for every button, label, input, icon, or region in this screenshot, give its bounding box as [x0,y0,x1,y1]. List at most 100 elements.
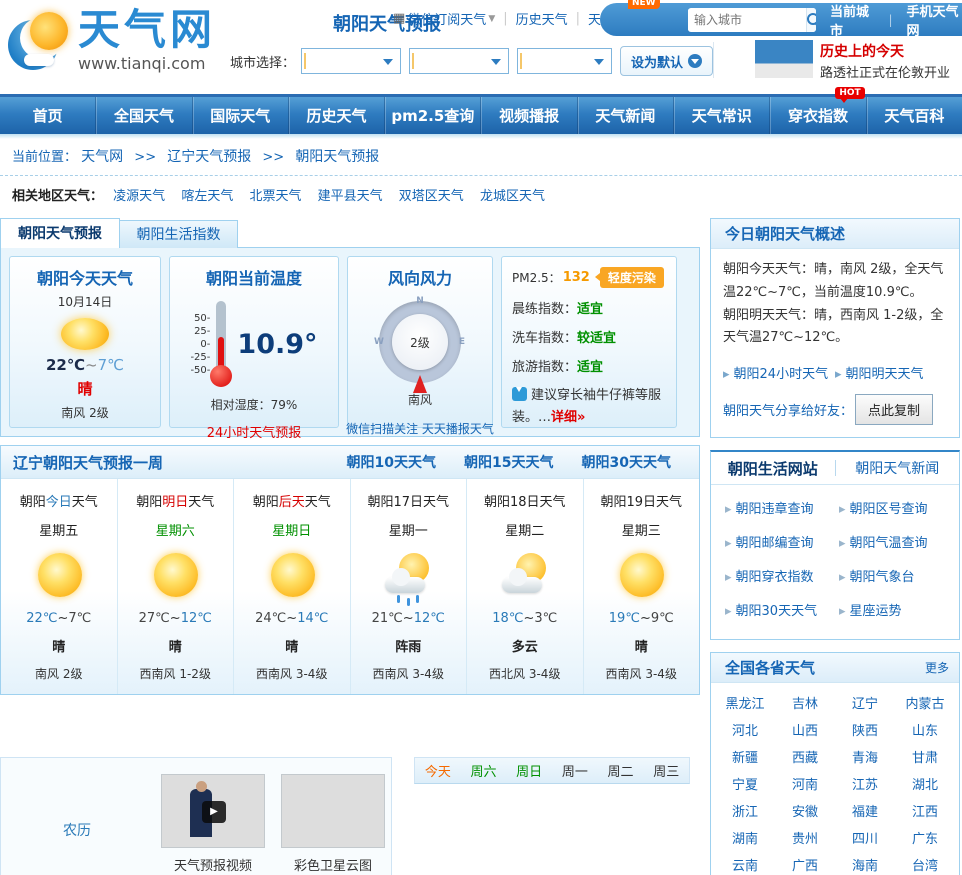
forecast-day-18[interactable]: 朝阳18日天气 星期二 18℃~3℃ 多云 西北风 3-4级 [466,479,583,694]
province-link[interactable]: 山西 [775,718,835,745]
related-link[interactable]: 建平县天气 [318,189,383,204]
related-link[interactable]: 北票天气 [249,189,301,204]
overview-link-tomorrow[interactable]: 朝阳明天天气 [835,363,947,382]
satellite-thumb[interactable]: 彩色卫星云图 [281,774,385,874]
province-link[interactable]: 山东 [895,718,955,745]
province-link[interactable]: 陕西 [835,718,895,745]
province-link[interactable]: 吉林 [775,691,835,718]
province-link[interactable]: 甘肃 [895,745,955,772]
link-10day[interactable]: 朝阳10天天气 [347,452,436,472]
related-link[interactable]: 龙城区天气 [480,189,545,204]
life-link[interactable]: 朝阳气象台 [839,561,953,595]
car-wash-index[interactable]: 较适宜 [577,331,616,346]
wechat-subscribe-link[interactable]: 微信订阅天气 [408,9,486,28]
province-link[interactable]: 西藏 [775,745,835,772]
site-logo[interactable]: 天气网 www.tianqi.com [8,8,216,73]
day-tab-today[interactable]: 今天 [415,761,461,780]
day-tab-sun[interactable]: 周日 [506,761,552,780]
related-link[interactable]: 凌源天气 [113,189,165,204]
mobile-site-link[interactable]: 手机天气网 [907,1,962,39]
nav-wiki[interactable]: 天气百科 [865,97,962,134]
forecast-day-19[interactable]: 朝阳19日天气 星期三 19℃~9℃ 晴 西南风 3-4级 [582,479,699,694]
history-weather-link[interactable]: 历史天气 [516,9,568,28]
province-link[interactable]: 广西 [775,853,835,875]
related-link[interactable]: 双塔区天气 [399,189,464,204]
history-today-text[interactable]: 路透社正式在伦敦开业 [820,62,962,81]
tab-life-sites[interactable]: 朝阳生活网站 [711,458,835,479]
nav-news[interactable]: 天气新闻 [576,97,673,134]
nav-china-weather[interactable]: 全国天气 [95,97,191,134]
city-select[interactable] [409,48,510,74]
life-link[interactable]: 朝阳气温查询 [839,527,953,561]
link-24h-forecast[interactable]: 24小时天气预报 [207,422,302,441]
province-link[interactable]: 辽宁 [835,691,895,718]
tab-weather-forecast[interactable]: 朝阳天气预报 [0,218,120,248]
wechat-broadcast-link[interactable]: 微信扫描关注 天天播报天气 [346,420,494,437]
life-link[interactable]: 朝阳违章查询 [725,493,839,527]
history-today-title[interactable]: 历史上的今天 [820,41,904,61]
life-link[interactable]: 朝阳穿衣指数 [725,561,839,595]
forecast-day-17[interactable]: 朝阳17日天气 星期一 21℃~12℃ 阵雨 西南风 3-4级 [349,479,466,694]
province-link[interactable]: 江西 [895,799,955,826]
province-link[interactable]: 四川 [835,826,895,853]
province-link[interactable]: 内蒙古 [895,691,955,718]
province-link[interactable]: 广东 [895,826,955,853]
nav-history-weather[interactable]: 历史天气 [287,97,384,134]
tab-weather-news[interactable]: 朝阳天气新闻 [836,458,960,478]
lunar-label[interactable]: 农历 [63,820,91,840]
dress-detail-link[interactable]: 详细» [551,410,585,425]
life-link[interactable]: 朝阳邮编查询 [725,527,839,561]
province-link[interactable]: 湖南 [715,826,775,853]
province-link[interactable]: 海南 [835,853,895,875]
province-link[interactable]: 浙江 [715,799,775,826]
day-tab-mon[interactable]: 周一 [552,761,598,780]
life-link[interactable]: 朝阳区号查询 [839,493,953,527]
breadcrumb-current[interactable]: 朝阳天气预报 [295,149,379,165]
day-tab-sat[interactable]: 周六 [461,761,507,780]
province-link[interactable]: 安徽 [775,799,835,826]
province-link[interactable]: 云南 [715,853,775,875]
copy-button[interactable]: 点此复制 [855,394,934,425]
morning-exercise-index[interactable]: 适宜 [577,302,603,317]
current-city-link[interactable]: 当前城市 [830,1,874,39]
province-link[interactable]: 福建 [835,799,895,826]
satellite-image[interactable] [281,774,385,848]
nav-home[interactable]: 首页 [0,97,95,134]
day-tab-wed[interactable]: 周三 [643,761,689,780]
set-default-button[interactable]: 设为默认 [620,46,714,76]
province-link[interactable]: 宁夏 [715,772,775,799]
link-30day[interactable]: 朝阳30天天气 [582,452,671,472]
overview-link-24h[interactable]: 朝阳24小时天气 [723,363,835,382]
nav-pm25[interactable]: pm2.5查询 [384,97,480,134]
link-15day[interactable]: 朝阳15天天气 [464,452,553,472]
weather-video-thumb[interactable]: ▶ 天气预报视频 [161,774,265,874]
province-link[interactable]: 湖北 [895,772,955,799]
provinces-more-link[interactable]: 更多 [925,653,949,682]
breadcrumb-home[interactable]: 天气网 [81,149,123,165]
search-input[interactable] [688,8,806,31]
province-link[interactable]: 黑龙江 [715,691,775,718]
search-button[interactable] [806,7,817,32]
province-link[interactable]: 江苏 [835,772,895,799]
related-link[interactable]: 喀左天气 [181,189,233,204]
province-select[interactable] [301,48,402,74]
breadcrumb-province[interactable]: 辽宁天气预报 [167,149,251,165]
day-tab-tue[interactable]: 周二 [598,761,644,780]
video-thumbnail-image[interactable]: ▶ [161,774,265,848]
nav-dress-index[interactable]: 穿衣指数 HOT [769,87,865,134]
province-link[interactable]: 青海 [835,745,895,772]
forecast-day-tomorrow[interactable]: 朝阳明日天气 星期六 27℃~12℃ 晴 西南风 1-2级 [116,479,233,694]
tab-life-index[interactable]: 朝阳生活指数 [120,220,238,248]
province-link[interactable]: 台湾 [895,853,955,875]
life-link[interactable]: 朝阳30天天气 [725,595,839,629]
province-link[interactable]: 河南 [775,772,835,799]
nav-knowledge[interactable]: 天气常识 [673,97,769,134]
history-today-thumbnail[interactable] [755,40,813,78]
province-link[interactable]: 河北 [715,718,775,745]
forecast-day-today[interactable]: 朝阳今日天气 星期五 22℃~7℃ 晴 南风 2级 [1,479,117,694]
province-link[interactable]: 新疆 [715,745,775,772]
forecast-day-aftertomorrow[interactable]: 朝阳后天天气 星期日 24℃~14℃ 晴 西南风 3-4级 [233,479,350,694]
province-link[interactable]: 贵州 [775,826,835,853]
district-select[interactable] [517,48,613,74]
life-link[interactable]: 星座运势 [839,595,953,629]
